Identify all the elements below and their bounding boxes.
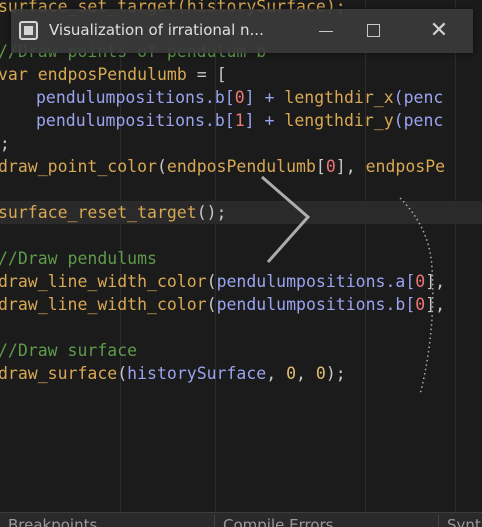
code-number: 0 <box>325 157 336 176</box>
code-number: 0 <box>286 364 297 383</box>
code-function: draw_line_width_color <box>0 295 207 314</box>
code-punctuation: ], <box>335 157 366 176</box>
code-identifier: endposPendulumb <box>37 65 187 84</box>
code-line[interactable]: ]; <box>0 132 10 155</box>
bottom-panel-tabs: Breakpoints Compile Errors Synt <box>0 512 482 527</box>
tab-breakpoints[interactable]: Breakpoints <box>0 515 97 527</box>
code-variable: pendulumpositions <box>36 111 205 130</box>
code-punctuation: (); <box>196 203 227 222</box>
code-punctuation: ); <box>325 364 346 383</box>
code-number: 0 <box>415 272 426 291</box>
code-punctuation: ] + <box>244 111 285 130</box>
code-function: lengthdir_x <box>284 88 394 107</box>
code-line[interactable]: //Draw surface <box>0 339 137 362</box>
code-number: 0 <box>234 88 245 107</box>
code-function: lengthdir_y <box>284 111 394 130</box>
code-line[interactable]: pendulumpositions.b[1] + lengthdir_y(pen… <box>36 109 443 132</box>
code-variable: pendulumpositions <box>216 272 386 291</box>
code-number: 0 <box>415 295 426 314</box>
tab-compile-errors[interactable]: Compile Errors <box>214 515 334 527</box>
window-title: Visualization of irrational n... <box>49 21 264 39</box>
code-line[interactable]: pendulumpositions.b[0] + lengthdir_x(pen… <box>36 86 443 109</box>
code-line[interactable]: draw_line_width_color(pendulumpositions.… <box>0 270 445 293</box>
code-punctuation: .b[ <box>204 88 235 107</box>
code-punctuation: .b[ <box>204 111 235 130</box>
code-punctuation: .a[ <box>385 272 416 291</box>
minimize-icon <box>319 31 333 32</box>
maximize-icon <box>367 24 380 37</box>
code-line-current[interactable]: surface_reset_target(); <box>0 201 482 224</box>
code-punctuation: ]; <box>0 134 10 153</box>
code-punctuation: ], <box>425 295 446 314</box>
indent-guide <box>365 0 366 512</box>
indent-guide <box>455 0 456 512</box>
code-variable: historySurface <box>127 364 267 383</box>
code-punctuation: ( <box>206 295 217 314</box>
code-variable: pendulumpositions <box>216 295 386 314</box>
code-variable: pendulumpositions <box>36 88 205 107</box>
code-editor[interactable]: surface_set_target(historySurface); //Dr… <box>0 0 482 512</box>
code-punctuation: , <box>296 364 316 383</box>
code-punctuation: .b[ <box>385 295 416 314</box>
code-function: surface_reset_target <box>0 203 197 222</box>
code-punctuation: ( <box>206 272 217 291</box>
maximize-button[interactable] <box>357 16 391 46</box>
code-number: 1 <box>234 111 245 130</box>
code-punctuation: = [ <box>186 65 227 84</box>
code-line[interactable]: //Draw pendulums <box>0 247 157 270</box>
code-line[interactable]: draw_line_width_color(pendulumpositions.… <box>0 293 445 316</box>
minimize-button[interactable] <box>309 16 343 46</box>
code-comment: //Draw pendulums <box>0 249 157 268</box>
code-punctuation: (penc <box>393 111 444 130</box>
close-icon: ✕ <box>429 18 449 43</box>
code-punctuation: (penc <box>393 88 444 107</box>
code-punctuation: ] + <box>244 88 285 107</box>
code-punctuation: , <box>266 364 287 383</box>
tab-syntax[interactable]: Synt <box>438 515 481 527</box>
code-identifier: endposPendulumb <box>166 157 316 176</box>
app-icon <box>19 21 38 40</box>
code-identifier: endposPe <box>365 157 446 176</box>
code-function: draw_point_color <box>0 157 157 176</box>
code-function: draw_surface <box>0 364 118 383</box>
close-button[interactable]: ✕ <box>422 16 456 46</box>
code-line[interactable]: draw_surface(historySurface, 0, 0); <box>0 362 346 385</box>
code-punctuation: ( <box>117 364 128 383</box>
code-line[interactable]: var endposPendulumb = [ <box>0 63 227 86</box>
code-line[interactable]: draw_point_color(endposPendulumb[0], end… <box>0 155 445 178</box>
code-function: draw_line_width_color <box>0 272 207 291</box>
code-punctuation: [ <box>315 157 326 176</box>
code-punctuation: ( <box>156 157 167 176</box>
code-number: 0 <box>315 364 326 383</box>
app-window-titlebar[interactable]: Visualization of irrational n... ✕ <box>11 9 473 53</box>
code-punctuation: ], <box>425 272 446 291</box>
code-comment: //Draw surface <box>0 341 138 360</box>
code-keyword: var <box>0 65 28 84</box>
